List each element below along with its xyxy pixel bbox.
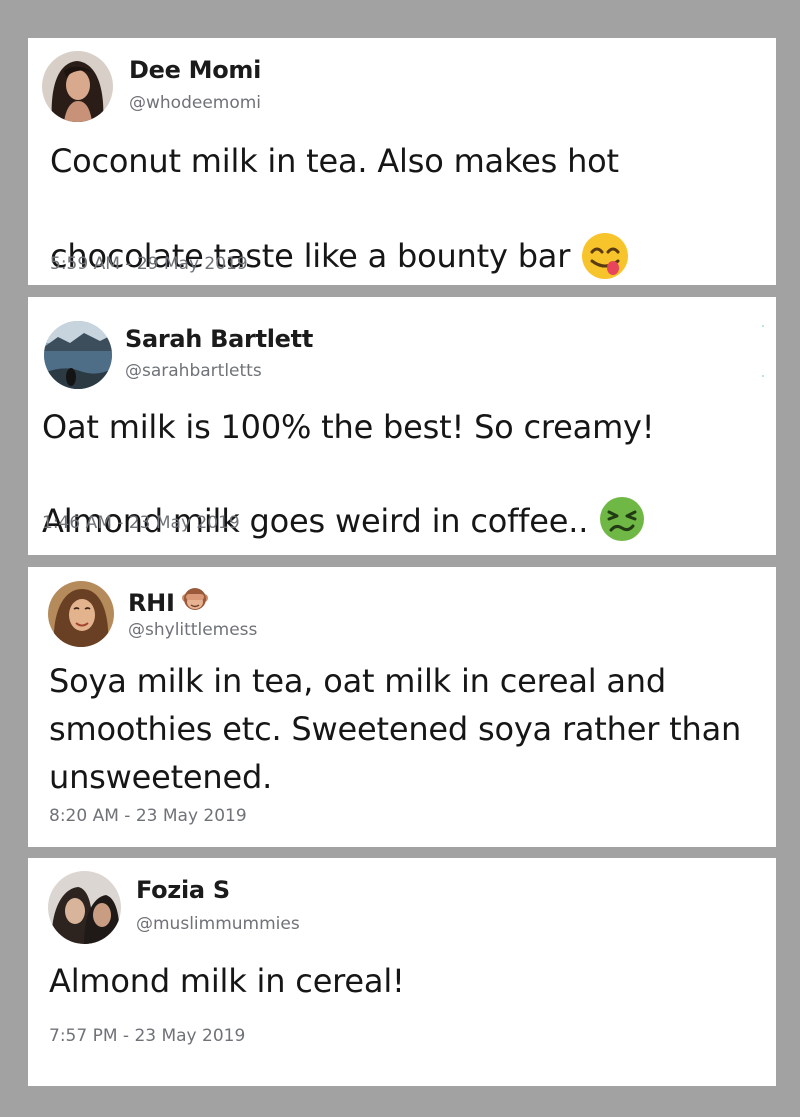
- tweet-timestamp[interactable]: 8:20 AM - 23 May 2019: [49, 806, 247, 826]
- tweet-text: Almond milk in cereal!: [49, 962, 405, 1000]
- tweet-card: RHI @shylittlemess Soya milk in tea, oat…: [28, 567, 776, 847]
- avatar[interactable]: [44, 321, 112, 389]
- author-name[interactable]: Sarah Bartlett: [125, 325, 313, 353]
- tweet-card: Dee Momi @whodeemomi Coconut milk in tea…: [28, 38, 776, 285]
- author-handle[interactable]: @shylittlemess: [128, 620, 257, 640]
- author-name-text: RHI: [128, 589, 175, 617]
- tweet-timestamp[interactable]: 5:59 AM - 29 May 2019: [50, 254, 248, 274]
- decorative-dot: [762, 325, 764, 327]
- author-name[interactable]: RHI: [128, 587, 209, 621]
- tweet-timestamp[interactable]: 1:46 AM - 23 May 2019: [42, 513, 240, 533]
- author-handle[interactable]: @whodeemomi: [129, 93, 261, 113]
- avatar[interactable]: [48, 581, 114, 647]
- avatar[interactable]: [48, 871, 121, 944]
- author-handle[interactable]: @muslimmummies: [136, 914, 300, 934]
- tweet-card: Fozia S @muslimmummies Almond milk in ce…: [28, 858, 776, 1086]
- author-name[interactable]: Fozia S: [136, 876, 230, 904]
- tweet-text: Soya milk in tea, oat milk in cereal and…: [49, 662, 742, 796]
- avatar[interactable]: [42, 51, 113, 122]
- see-no-evil-monkey-icon: [181, 585, 209, 619]
- author-name[interactable]: Dee Momi: [129, 56, 261, 84]
- tweet-timestamp[interactable]: 7:57 PM - 23 May 2019: [49, 1026, 245, 1046]
- decorative-dot: [762, 375, 764, 377]
- tweet-card: Sarah Bartlett @sarahbartletts Oat milk …: [28, 297, 776, 555]
- author-handle[interactable]: @sarahbartletts: [125, 361, 262, 381]
